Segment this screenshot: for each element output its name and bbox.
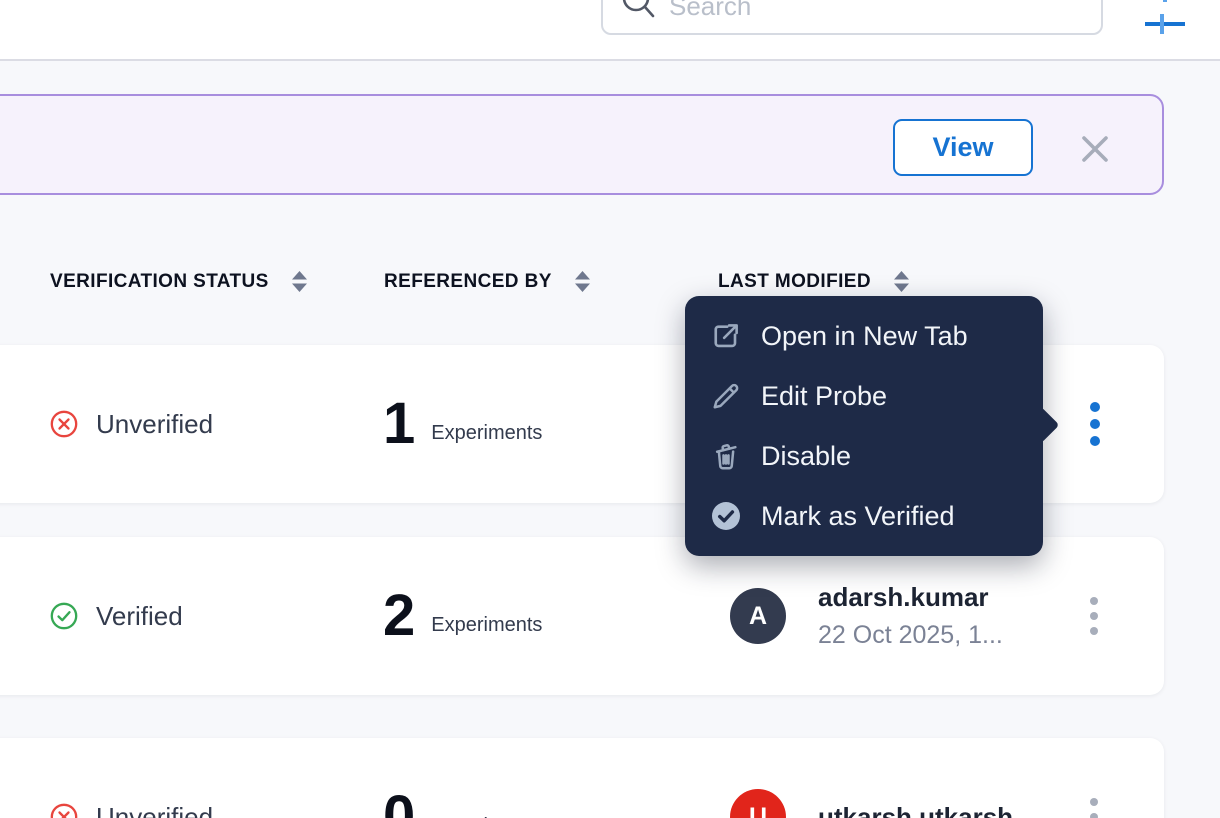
sort-icon bbox=[574, 270, 591, 293]
search-box bbox=[601, 0, 1103, 35]
menu-item-mark-as-verified[interactable]: Mark as Verified bbox=[685, 486, 1043, 546]
status-label: Verified bbox=[96, 601, 183, 632]
experiment-count-label: Experiments bbox=[431, 815, 542, 818]
avatar: A bbox=[730, 588, 786, 644]
table-row: Verified 2 Experiments A adarsh.kumar 22… bbox=[0, 537, 1164, 695]
status-label: Unverified bbox=[96, 409, 213, 440]
kebab-icon bbox=[1090, 597, 1098, 605]
modified-date: 22 Oct 2025, 1... bbox=[818, 621, 1003, 650]
modified-by-name: adarsh.kumar bbox=[818, 582, 1003, 613]
table-row: Unverified 0 Experiments U utkarsh.utkar… bbox=[0, 738, 1164, 818]
menu-item-label: Disable bbox=[761, 441, 851, 472]
last-modified-cell: U utkarsh.utkarsh bbox=[730, 738, 1013, 818]
search-input[interactable] bbox=[669, 0, 1101, 22]
row-actions-button[interactable] bbox=[1084, 792, 1104, 818]
trash-icon bbox=[710, 441, 742, 471]
external-link-icon bbox=[710, 321, 742, 351]
experiment-count: 2 bbox=[383, 587, 415, 645]
sort-button-verification-status[interactable] bbox=[291, 270, 308, 293]
verification-status-cell: Verified bbox=[50, 537, 183, 695]
banner-dismiss-button[interactable] bbox=[1078, 133, 1112, 167]
row-actions-button[interactable] bbox=[1084, 591, 1104, 641]
referenced-by-cell: 2 Experiments bbox=[383, 537, 542, 695]
menu-item-open-in-new-tab[interactable]: Open in New Tab bbox=[685, 306, 1043, 366]
referenced-by-cell: 0 Experiments bbox=[383, 738, 542, 818]
column-header-verification-status: VERIFICATION STATUS bbox=[50, 270, 308, 293]
sort-button-last-modified[interactable] bbox=[893, 270, 910, 293]
kebab-icon bbox=[1090, 402, 1100, 412]
modified-by-name: utkarsh.utkarsh bbox=[818, 802, 1013, 818]
row-context-menu: Open in New Tab Edit Probe Disable bbox=[685, 296, 1043, 556]
referenced-by-cell: 1 Experiments bbox=[383, 345, 542, 503]
sort-icon bbox=[893, 270, 910, 293]
last-modified-cell: A adarsh.kumar 22 Oct 2025, 1... bbox=[730, 537, 1003, 695]
column-label: LAST MODIFIED bbox=[718, 271, 871, 293]
status-unverified-icon bbox=[50, 410, 78, 438]
search-icon bbox=[621, 0, 655, 26]
menu-item-disable[interactable]: Disable bbox=[685, 426, 1043, 486]
notification-banner: View bbox=[0, 94, 1164, 195]
check-circle-icon bbox=[710, 500, 742, 532]
pencil-icon bbox=[710, 381, 742, 411]
avatar: U bbox=[730, 789, 786, 818]
column-label: VERIFICATION STATUS bbox=[50, 271, 269, 293]
filter-button[interactable] bbox=[1142, 0, 1188, 48]
column-header-last-modified: LAST MODIFIED bbox=[718, 270, 910, 293]
experiment-count: 1 bbox=[383, 395, 415, 453]
verification-status-cell: Unverified bbox=[50, 345, 213, 503]
column-header-referenced-by: REFERENCED BY bbox=[384, 270, 591, 293]
experiment-count-label: Experiments bbox=[431, 422, 542, 445]
experiment-count-label: Experiments bbox=[431, 614, 542, 637]
row-actions-button[interactable] bbox=[1084, 396, 1106, 452]
top-bar bbox=[0, 0, 1220, 61]
status-label: Unverified bbox=[96, 802, 213, 818]
sort-button-referenced-by[interactable] bbox=[574, 270, 591, 293]
verification-status-cell: Unverified bbox=[50, 738, 213, 818]
status-unverified-icon bbox=[50, 803, 78, 818]
menu-item-edit-probe[interactable]: Edit Probe bbox=[685, 366, 1043, 426]
menu-item-label: Edit Probe bbox=[761, 381, 887, 412]
kebab-icon bbox=[1090, 798, 1098, 806]
close-icon bbox=[1078, 134, 1112, 167]
sort-icon bbox=[291, 270, 308, 293]
status-verified-icon bbox=[50, 602, 78, 630]
column-label: REFERENCED BY bbox=[384, 271, 552, 293]
menu-item-label: Mark as Verified bbox=[761, 501, 955, 532]
view-button[interactable]: View bbox=[893, 119, 1033, 176]
experiment-count: 0 bbox=[383, 788, 415, 818]
menu-item-label: Open in New Tab bbox=[761, 321, 968, 352]
sliders-icon bbox=[1142, 0, 1188, 51]
